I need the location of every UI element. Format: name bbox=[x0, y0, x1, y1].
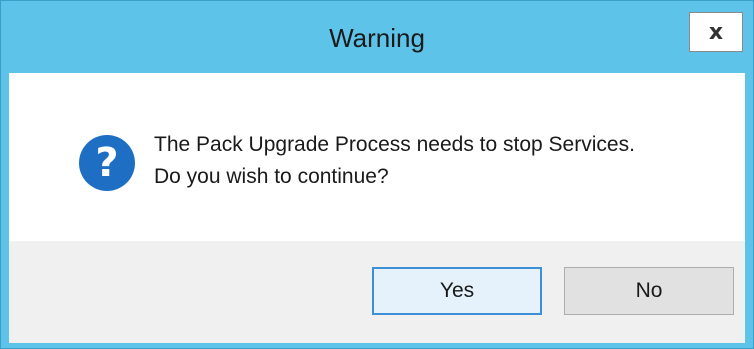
yes-button[interactable]: Yes bbox=[372, 267, 542, 315]
button-area: Yes No bbox=[9, 241, 745, 343]
message-line-1: The Pack Upgrade Process needs to stop S… bbox=[154, 133, 635, 156]
warning-dialog: Warning x ? The Pack Upgrade Process nee… bbox=[0, 0, 754, 349]
close-icon: x bbox=[708, 19, 724, 45]
question-icon: ? bbox=[79, 135, 135, 191]
close-button[interactable]: x bbox=[689, 12, 743, 52]
message-area: ? The Pack Upgrade Process needs to stop… bbox=[9, 73, 745, 241]
message-text: The Pack Upgrade Process needs to stop S… bbox=[154, 129, 635, 193]
question-glyph: ? bbox=[95, 140, 119, 186]
dialog-content: ? The Pack Upgrade Process needs to stop… bbox=[9, 73, 745, 343]
message-line-2: Do you wish to continue? bbox=[154, 165, 389, 188]
title-bar[interactable]: Warning x bbox=[1, 1, 753, 73]
dialog-title: Warning bbox=[329, 23, 425, 53]
no-button[interactable]: No bbox=[564, 267, 734, 315]
